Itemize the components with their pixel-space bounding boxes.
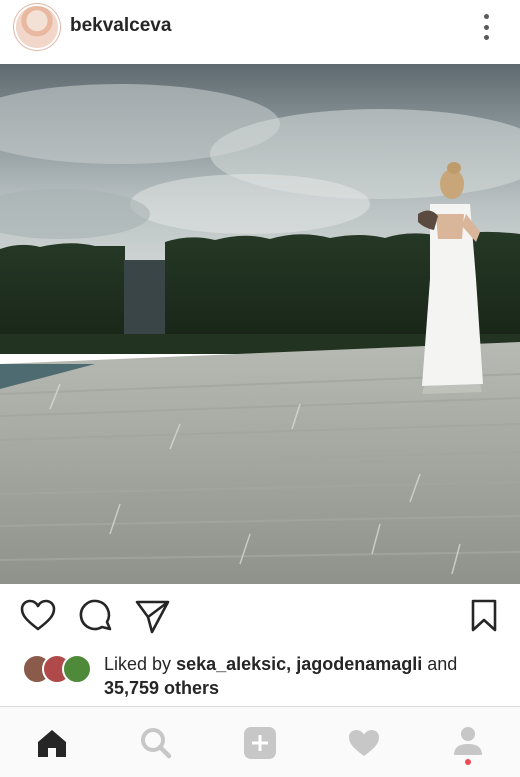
liker-avatars[interactable]	[22, 654, 92, 684]
liker-link-2[interactable]: jagodenamagli	[296, 654, 422, 674]
post-actions	[0, 596, 520, 640]
heart-outline-icon[interactable]	[18, 596, 58, 636]
profile-avatar[interactable]	[16, 6, 58, 48]
likes-summary: Liked by seka_aleksic, jagodenamagli and	[104, 652, 504, 676]
notification-dot	[465, 759, 471, 765]
more-options-icon[interactable]	[476, 14, 496, 40]
likes-conjunction: and	[427, 654, 458, 674]
bottom-tab-bar	[0, 706, 520, 777]
send-plane-icon[interactable]	[132, 596, 172, 636]
post-username[interactable]: bekvalceva	[70, 15, 171, 37]
photo-image	[0, 64, 520, 584]
bookmark-icon[interactable]	[464, 596, 504, 636]
liker-avatar	[62, 654, 92, 684]
search-icon[interactable]	[138, 725, 174, 761]
post-photo[interactable]	[0, 64, 520, 584]
add-post-icon[interactable]	[242, 725, 278, 761]
likes-section: Liked by seka_aleksic, jagodenamagli and…	[0, 648, 520, 708]
likes-prefix: Liked by	[104, 654, 172, 674]
comment-bubble-icon[interactable]	[76, 596, 116, 636]
heart-filled-icon[interactable]	[346, 725, 382, 761]
post-header: bekvalceva	[0, 0, 520, 64]
likes-others-link[interactable]: 35,759 others	[104, 676, 219, 700]
liker-link-1[interactable]: seka_aleksic,	[176, 654, 291, 674]
home-icon[interactable]	[34, 725, 70, 761]
profile-icon[interactable]	[450, 725, 486, 765]
